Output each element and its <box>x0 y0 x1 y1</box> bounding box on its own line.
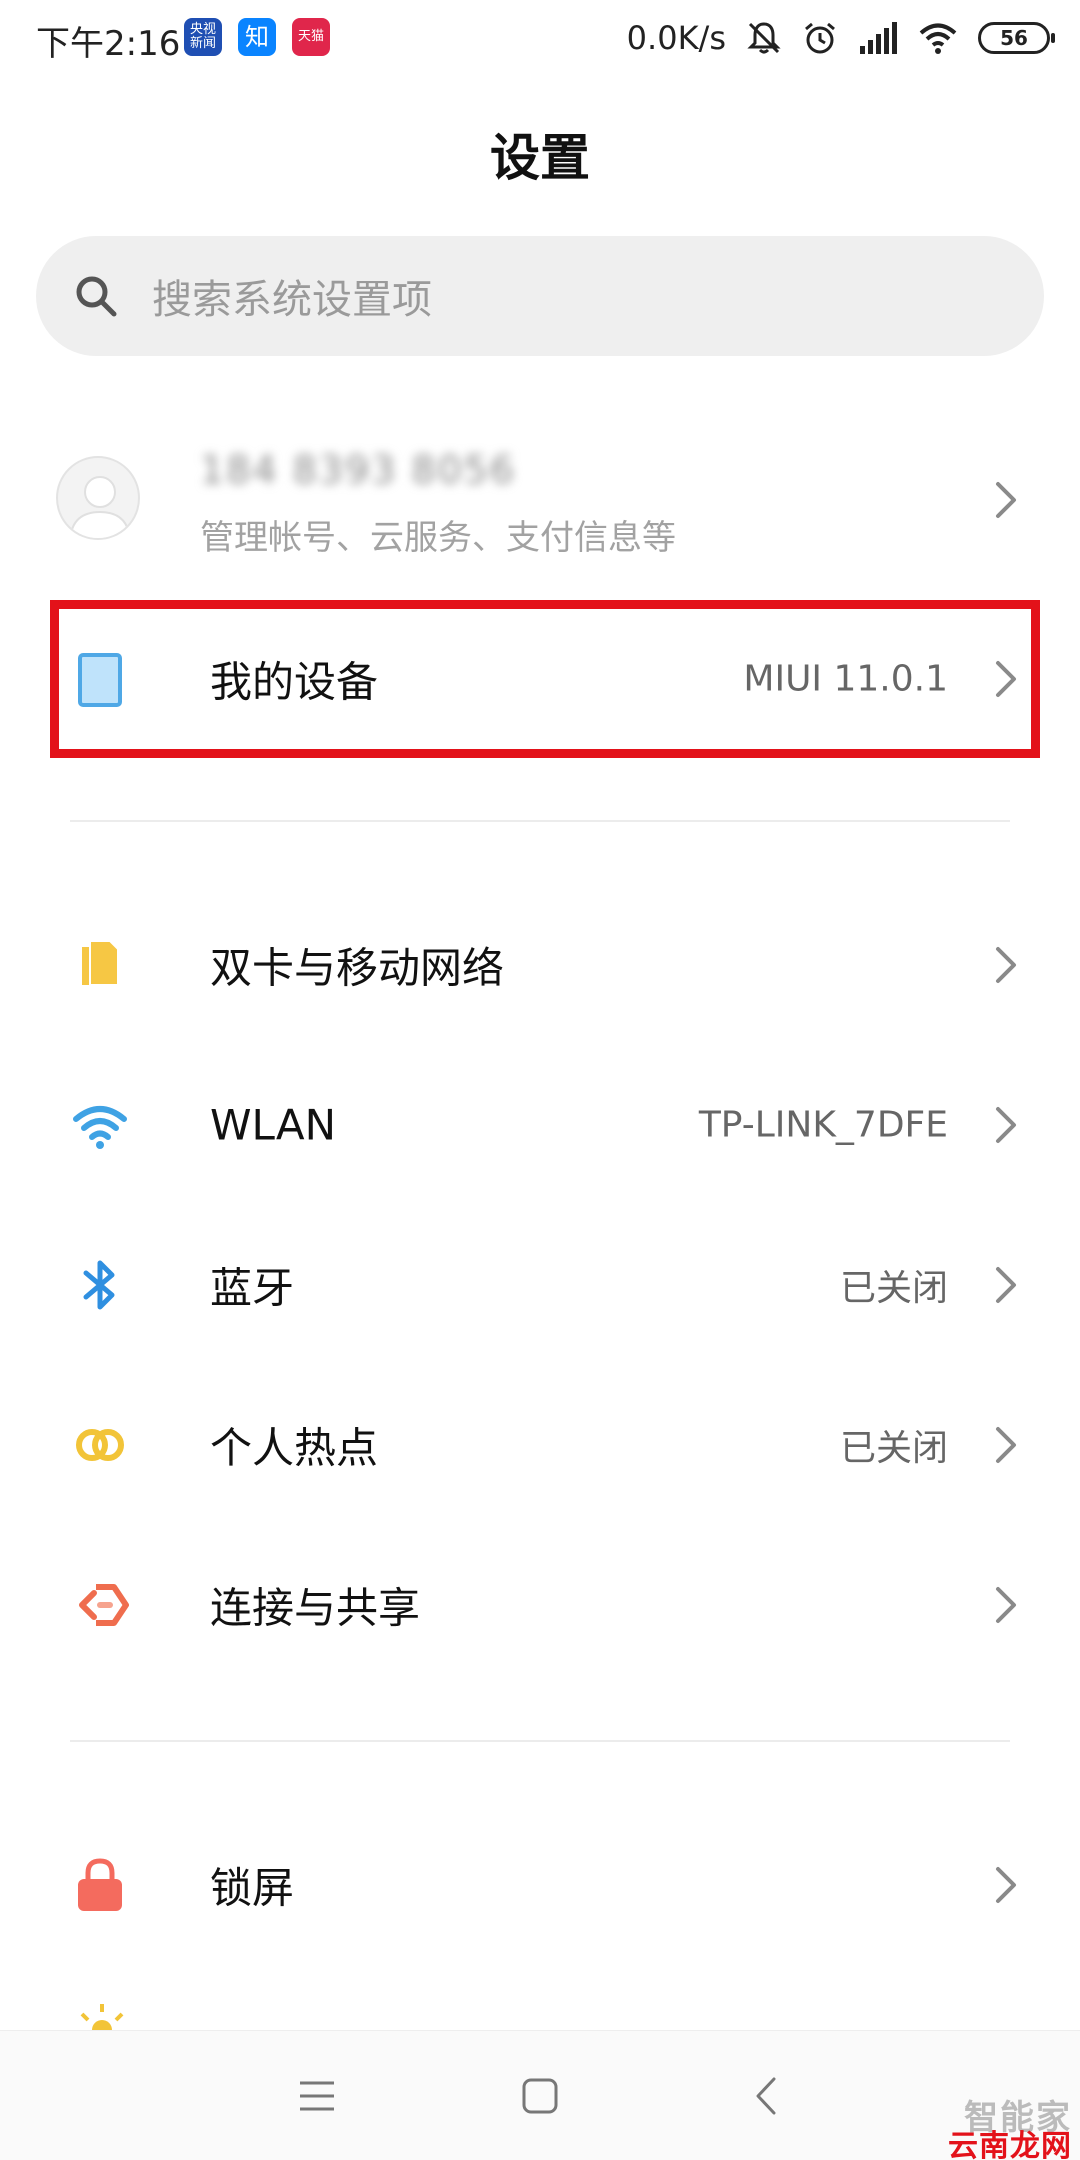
status-time: 下午2:16 <box>36 24 181 64</box>
back-icon[interactable] <box>742 2071 792 2121</box>
alarm-icon <box>805 22 835 54</box>
chevron-right-icon <box>996 1267 1016 1303</box>
chevron-right-icon <box>996 1587 1016 1623</box>
row-connect-share[interactable]: 连接与共享 <box>0 1530 1080 1680</box>
sim-card-icon <box>82 940 119 986</box>
hotspot-icon <box>76 1429 124 1461</box>
connect-share-icon <box>79 1584 129 1626</box>
highlight-annotation-box <box>50 600 1040 758</box>
row-lock-screen[interactable]: 锁屏 <box>0 1810 1080 1960</box>
avatar <box>56 456 140 540</box>
lock-icon <box>78 1858 122 1911</box>
chevron-right-icon <box>996 1107 1016 1143</box>
row-label: 蓝牙 <box>210 1263 295 1313</box>
search-placeholder: 搜索系统设置项 <box>152 277 432 323</box>
tmall-app-icon: 天猫 <box>292 18 330 56</box>
battery-indicator: 56 <box>978 22 1055 54</box>
search-bar[interactable]: 搜索系统设置项 <box>36 236 1044 356</box>
watermark: 智能家 云南龙网 <box>922 2090 1072 2160</box>
row-wlan[interactable]: WLAN TP-LINK_7DFE <box>0 1050 1080 1200</box>
signal-icon <box>860 22 897 54</box>
sun-icon <box>80 2004 124 2030</box>
row-label: 双卡与移动网络 <box>210 943 505 993</box>
row-label: 连接与共享 <box>210 1583 421 1633</box>
account-subtitle: 管理帐号、云服务、支付信息等 <box>200 518 676 558</box>
chevron-right-icon <box>996 482 1016 518</box>
row-label: WLAN <box>210 1100 337 1150</box>
zhihu-app-icon: 知 <box>238 18 276 56</box>
mute-bell-icon <box>747 22 781 54</box>
home-icon[interactable] <box>515 2071 565 2121</box>
row-label: 锁屏 <box>210 1863 295 1913</box>
search-icon <box>76 276 117 317</box>
row-dual-sim[interactable]: 双卡与移动网络 <box>0 890 1080 1040</box>
row-hotspot[interactable]: 个人热点 已关闭 <box>0 1370 1080 1520</box>
chevron-right-icon <box>996 947 1016 983</box>
page-title: 设置 <box>490 129 590 187</box>
wifi-status-icon <box>919 23 957 54</box>
row-value: 已关闭 <box>839 1268 948 1309</box>
divider <box>70 1740 1010 1742</box>
bluetooth-icon <box>83 1260 115 1310</box>
status-right: 0.0K/s 56 <box>626 14 1055 62</box>
wifi-icon <box>73 1106 127 1149</box>
chevron-right-icon <box>996 1867 1016 1903</box>
row-value: 已关闭 <box>839 1428 948 1469</box>
status-bar: 下午2:16 央视新闻 知 天猫 0.0K/s 56 <box>0 0 1080 80</box>
notification-icons: 央视新闻 知 天猫 <box>184 18 330 56</box>
news-app-icon: 央视新闻 <box>184 18 222 56</box>
row-bluetooth[interactable]: 蓝牙 已关闭 <box>0 1210 1080 1360</box>
navigation-bar <box>0 2030 1080 2160</box>
row-value: TP-LINK_7DFE <box>698 1104 948 1146</box>
account-row[interactable]: 184 8393 8056 管理帐号、云服务、支付信息等 <box>0 420 1080 580</box>
account-name-masked: 184 8393 8056 <box>200 448 517 492</box>
row-label: 个人热点 <box>210 1423 379 1473</box>
chevron-right-icon <box>996 1427 1016 1463</box>
watermark-bottom: 云南龙网 <box>948 2129 1072 2160</box>
divider <box>70 820 1010 822</box>
menu-icon[interactable] <box>292 2071 342 2121</box>
net-speed: 0.0K/s <box>626 19 726 57</box>
avatar-placeholder-icon <box>69 476 131 538</box>
